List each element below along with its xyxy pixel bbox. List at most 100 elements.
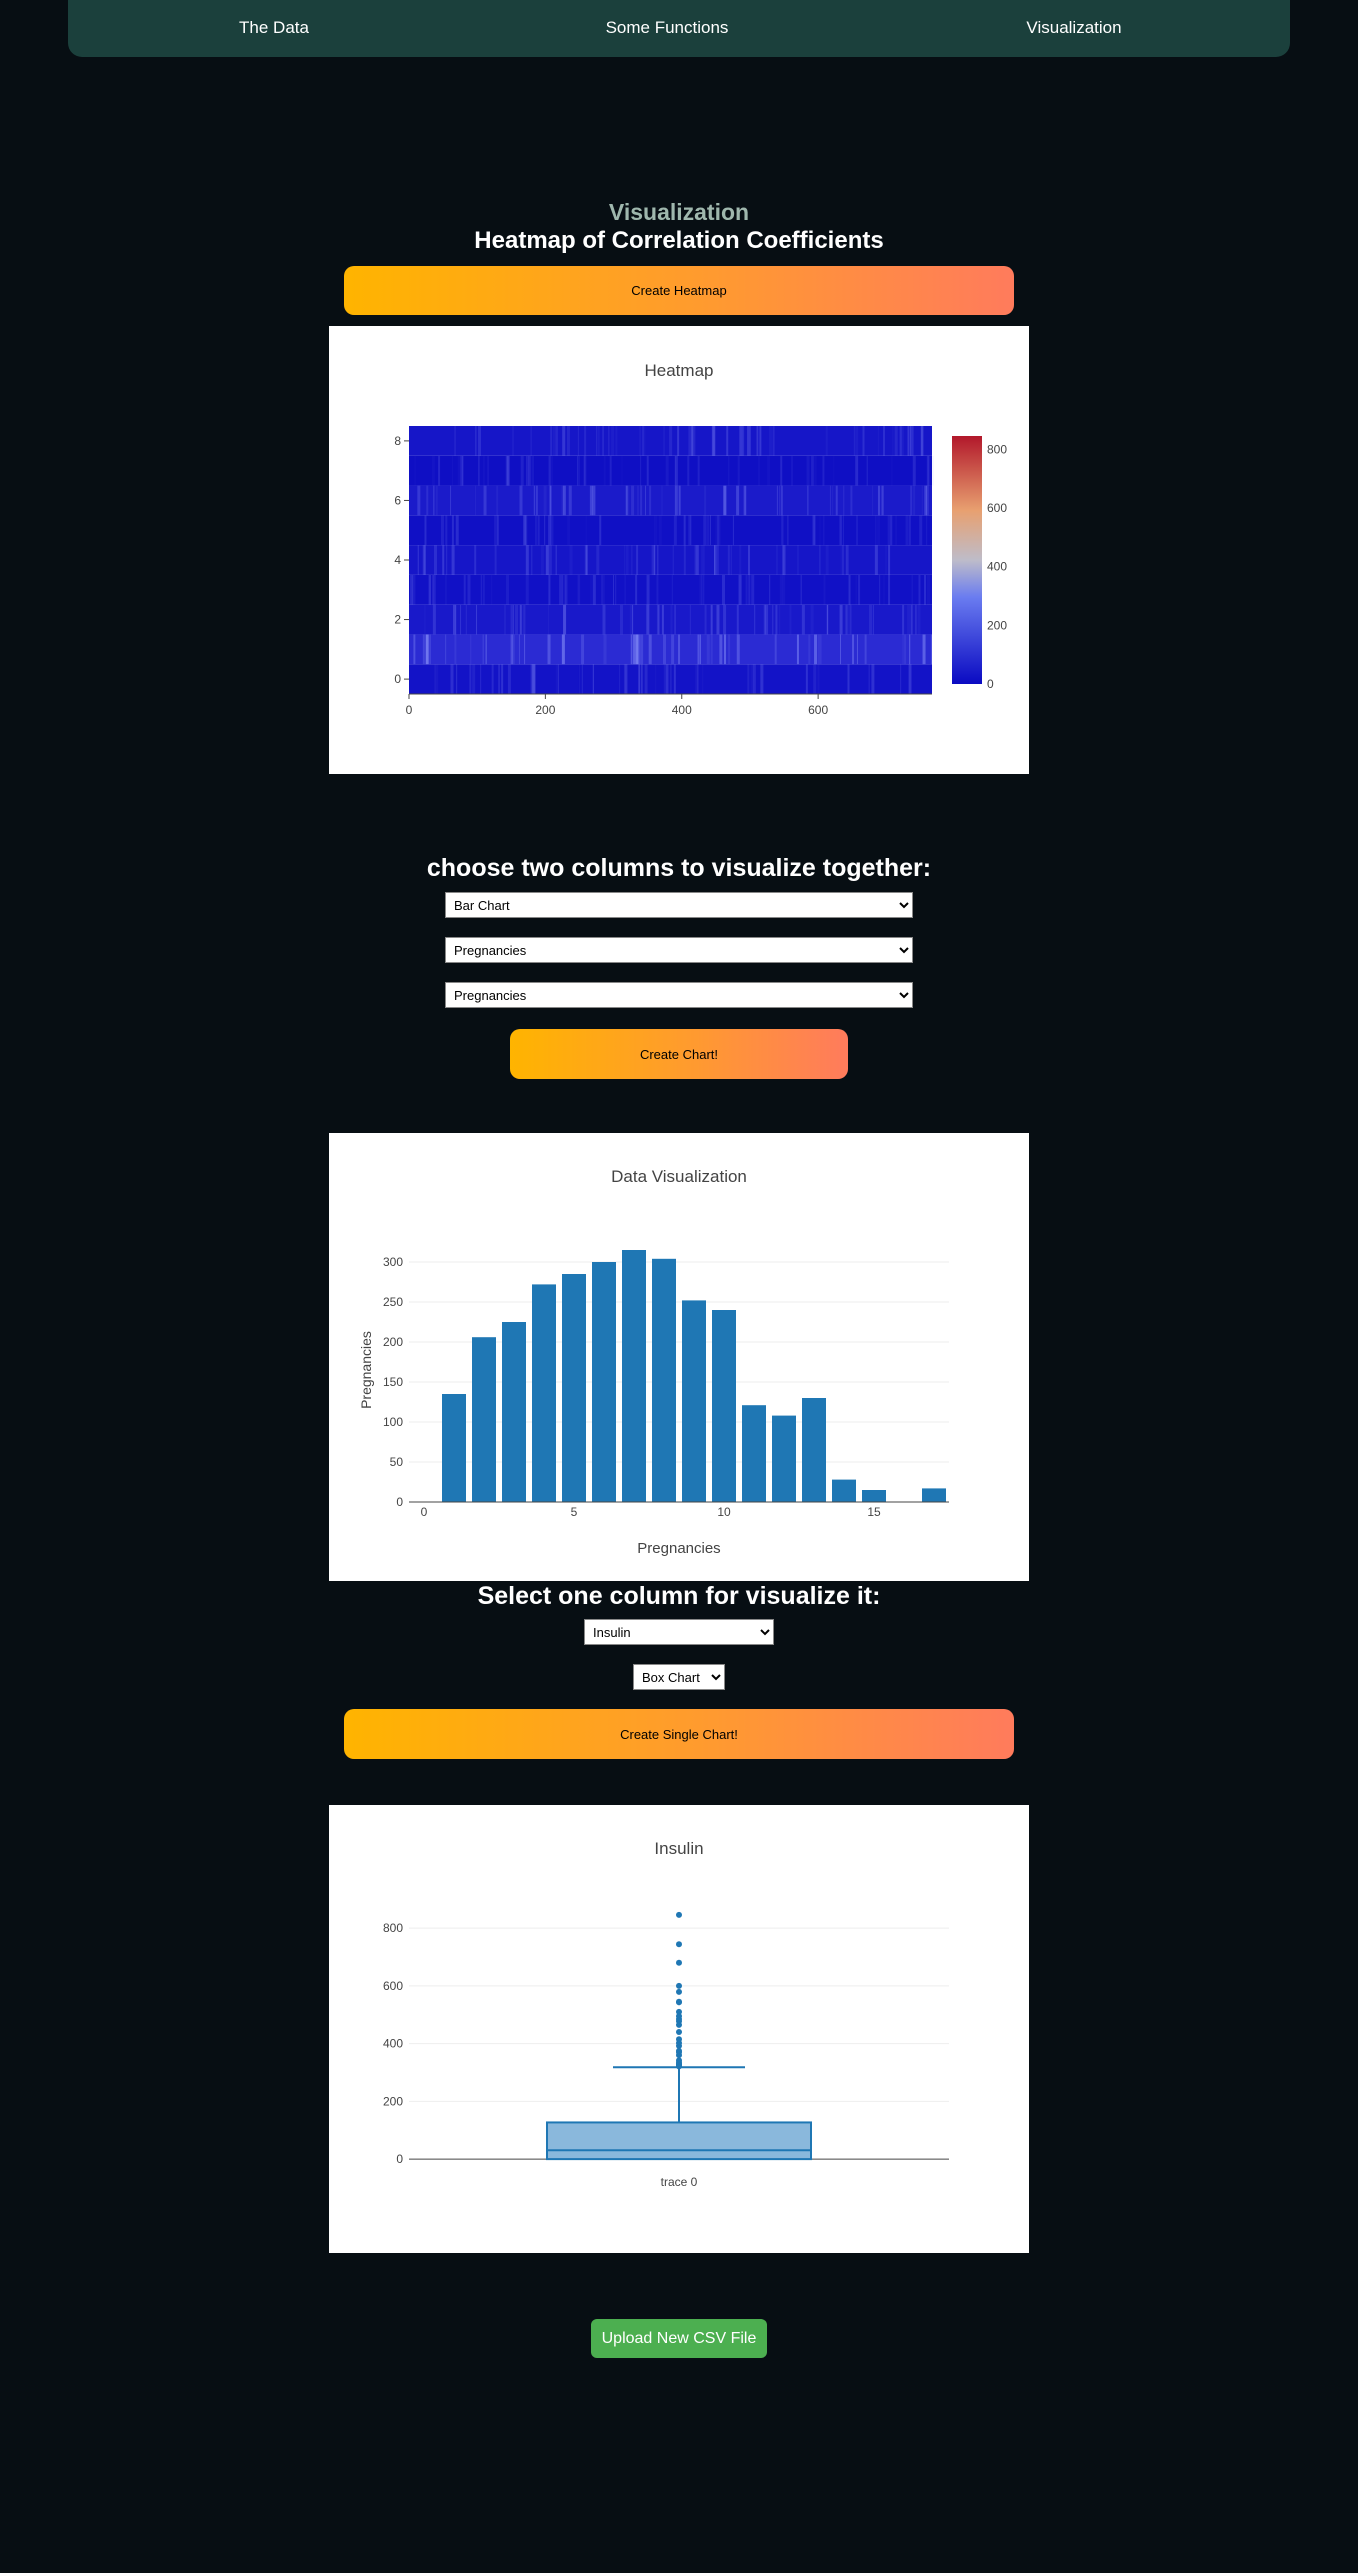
box-outlier (676, 2036, 682, 2043)
heatmap-streak (739, 426, 743, 456)
box-outlier (676, 1998, 682, 2005)
heatmap-y-tick-label: 2 (394, 613, 401, 627)
heatmap-streak (485, 634, 487, 665)
heatmap-streak (583, 455, 587, 486)
heatmap-streak (871, 664, 875, 694)
box-y-tick-label: 400 (383, 2037, 403, 2051)
heatmap-streak (875, 515, 877, 546)
heatmap-streak (625, 485, 628, 516)
heatmap-streak (621, 455, 623, 486)
heatmap-streak (592, 664, 595, 694)
heatmap-streak (585, 515, 587, 546)
single-column-select[interactable]: Insulin (584, 1619, 774, 1645)
heatmap-streak (853, 426, 855, 456)
heatmap-streak (912, 455, 916, 486)
nav-item-the-data[interactable]: The Data (239, 18, 309, 38)
heatmap-streak (655, 664, 657, 694)
heatmap-streak (757, 426, 759, 456)
heatmap-streak (712, 426, 716, 456)
heatmap-streak (825, 426, 828, 456)
heatmap-streak (465, 604, 467, 635)
box-category-label: trace 0 (661, 2175, 698, 2189)
heatmap-streak (577, 426, 579, 456)
heatmap-streak (818, 634, 822, 665)
heatmap-streak (880, 485, 884, 516)
heatmap-streak (673, 515, 677, 546)
heatmap-streak (596, 545, 600, 575)
heatmap-streak (665, 664, 669, 694)
heatmap-streak (550, 426, 552, 456)
upload-csv-button[interactable]: Upload New CSV File (591, 2319, 767, 2358)
heatmap-streak (424, 604, 426, 635)
heatmap-streak (655, 515, 657, 546)
heatmap-streak (559, 574, 563, 605)
heatmap-streak (852, 634, 855, 665)
heatmap-streak (496, 515, 499, 546)
heatmap-streak (657, 604, 660, 635)
heatmap-streak (677, 426, 680, 456)
heatmap-streak (779, 604, 781, 635)
heatmap-streak (807, 485, 809, 516)
column-x-select[interactable]: Pregnancies (445, 937, 913, 963)
heatmap-streak (917, 604, 921, 635)
heatmap-streak (841, 545, 844, 575)
heatmap-streak (877, 485, 880, 516)
heatmap-streak (736, 604, 739, 635)
chart-type-select[interactable]: Bar Chart (445, 892, 913, 918)
column-y-select[interactable]: Pregnancies (445, 982, 913, 1008)
heatmap-streak (879, 574, 881, 605)
bar (502, 1322, 526, 1502)
heatmap-streak (482, 455, 485, 486)
heatmap-streak (603, 634, 607, 665)
box-outlier (676, 1911, 682, 1918)
single-chart-type-select[interactable]: Box Chart (633, 1664, 725, 1690)
heatmap-streak (658, 515, 662, 546)
heatmap-streak (596, 426, 598, 456)
heatmap-streak (496, 485, 499, 516)
nav-item-some-functions[interactable]: Some Functions (606, 18, 729, 38)
bar (682, 1300, 706, 1502)
heatmap-streak (445, 574, 447, 605)
heatmap-row (409, 515, 932, 546)
heatmap-streak (429, 634, 431, 665)
heatmap-streak (930, 634, 932, 665)
heatmap-streak (438, 455, 441, 486)
heatmap-streak (482, 634, 484, 665)
heatmap-streak (723, 604, 727, 635)
box-outlier (676, 2029, 682, 2036)
heatmap-streak (417, 485, 421, 516)
heatmap-streak (922, 634, 926, 665)
heatmap-streak (422, 634, 425, 665)
bar (742, 1405, 766, 1502)
heatmap-streak (413, 634, 416, 665)
heatmap-streak (742, 426, 745, 456)
heatmap-streak (813, 515, 815, 546)
bar-x-tick-label: 0 (421, 1505, 428, 1519)
heatmap-streak (653, 515, 656, 546)
heatmap-streak (451, 455, 453, 486)
create-chart-button[interactable]: Create Chart! (510, 1029, 848, 1079)
heatmap-streak (874, 545, 878, 575)
heatmap-streak (663, 426, 666, 456)
heatmap-streak (569, 545, 573, 575)
heatmap-streak (646, 574, 650, 605)
heatmap-streak (440, 515, 444, 546)
nav-item-visualization[interactable]: Visualization (1026, 18, 1121, 38)
heatmap-streak (905, 515, 909, 546)
heatmap-streak (748, 574, 751, 605)
heatmap-y-tick-label: 8 (394, 434, 401, 448)
heatmap-streak (855, 574, 857, 605)
heatmap-streak (431, 455, 435, 486)
section-title: Visualization (608, 199, 750, 225)
create-heatmap-button[interactable]: Create Heatmap (344, 266, 1014, 315)
heatmap-streak (494, 545, 497, 575)
heatmap-streak (640, 634, 644, 665)
heatmap-streak (747, 545, 750, 575)
heatmap-streak (780, 455, 783, 486)
heatmap-streak (674, 485, 678, 516)
colorbar-tick-label: 800 (987, 442, 1007, 456)
create-single-chart-button[interactable]: Create Single Chart! (344, 1709, 1014, 1759)
heatmap-streak (445, 515, 448, 546)
heatmap-streak (789, 604, 792, 635)
heatmap-streak (649, 485, 652, 516)
